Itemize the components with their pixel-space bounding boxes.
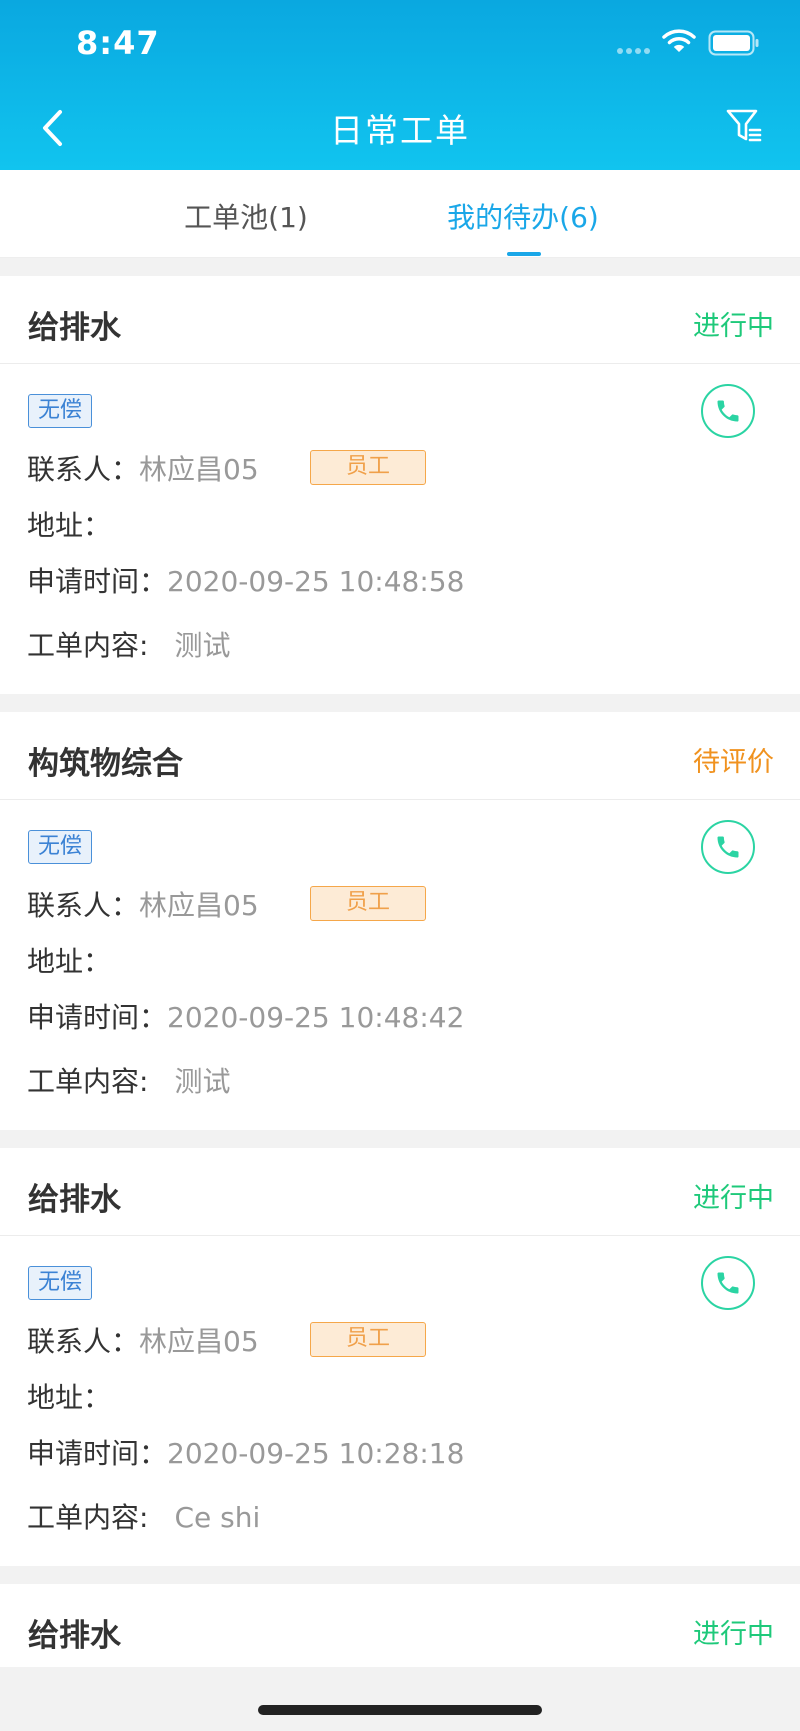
apply-time-row: 申请时间：2020-09-25 10:48:58: [27, 560, 464, 600]
role-tag: 员工: [310, 450, 426, 485]
work-order-card[interactable]: 给排水 进行中 无偿 联系人：林应昌05 员工 地址： 申请时间：2020-09…: [0, 276, 800, 694]
content-row: 工单内容: Ce shi: [27, 1496, 260, 1536]
contact-row: 联系人：林应昌05: [27, 1320, 259, 1360]
content-label: 工单内容:: [27, 629, 149, 662]
card-header: 给排水 进行中: [0, 1584, 800, 1672]
free-tag: 无偿: [28, 1266, 92, 1300]
order-title: 给排水: [28, 310, 121, 346]
tab-order-pool[interactable]: 工单池(1): [184, 196, 308, 236]
address-row: 地址：: [27, 504, 111, 544]
content-value: Ce shi: [174, 1501, 261, 1534]
apply-time-value: 2020-09-25 10:48:42: [167, 1001, 465, 1034]
address-row: 地址：: [27, 1376, 111, 1416]
order-status: 进行中: [693, 311, 774, 342]
battery-icon: [708, 30, 759, 56]
content-row: 工单内容: 测试: [27, 624, 230, 664]
address-label: 地址：: [27, 945, 112, 978]
contact-name: 林应昌05: [139, 889, 259, 922]
signal-icon: [617, 48, 653, 54]
phone-icon: [717, 1272, 739, 1294]
role-tag: 员工: [310, 886, 426, 921]
contact-label: 联系人：: [27, 889, 140, 922]
free-tag: 无偿: [28, 394, 92, 428]
card-header: 给排水 进行中: [0, 1148, 800, 1236]
contact-row: 联系人：林应昌05: [27, 884, 259, 924]
tab-bar: 工单池(1) 我的待办(6): [0, 170, 800, 258]
phone-icon: [717, 836, 739, 858]
free-tag: 无偿: [28, 830, 92, 864]
page-title: 日常工单: [330, 111, 470, 150]
order-title: 给排水: [28, 1182, 121, 1218]
order-status: 进行中: [693, 1619, 774, 1650]
filter-button[interactable]: [722, 106, 766, 146]
order-title: 构筑物综合: [28, 746, 183, 782]
filter-icon: [726, 109, 762, 142]
apply-time-value: 2020-09-25 10:48:58: [167, 565, 465, 598]
tab-my-todo[interactable]: 我的待办(6): [447, 196, 599, 236]
call-button[interactable]: [701, 820, 755, 874]
order-status: 进行中: [693, 1183, 774, 1214]
contact-label: 联系人：: [27, 453, 140, 486]
apply-time-label: 申请时间：: [27, 1001, 168, 1034]
card-header: 构筑物综合 待评价: [0, 712, 800, 800]
phone-icon: [717, 400, 739, 422]
status-time: 8:47: [76, 24, 160, 62]
work-order-card[interactable]: 构筑物综合 待评价 无偿 联系人：林应昌05 员工 地址： 申请时间：2020-…: [0, 712, 800, 1130]
content-value: 测试: [174, 1065, 231, 1098]
address-label: 地址：: [27, 1381, 112, 1414]
card-body: 无偿 联系人：林应昌05 员工 地址： 申请时间：2020-09-25 10:4…: [0, 800, 800, 1130]
content-value: 测试: [174, 629, 231, 662]
content-label: 工单内容:: [27, 1501, 149, 1534]
call-button[interactable]: [701, 384, 755, 438]
card-body: 无偿 联系人：林应昌05 员工 地址： 申请时间：2020-09-25 10:2…: [0, 1236, 800, 1566]
work-order-card[interactable]: 给排水 进行中: [0, 1584, 800, 1667]
apply-time-row: 申请时间：2020-09-25 10:28:18: [27, 1432, 464, 1472]
contact-name: 林应昌05: [139, 453, 259, 486]
active-tab-indicator: [507, 252, 541, 256]
address-row: 地址：: [27, 940, 111, 980]
contact-name: 林应昌05: [139, 1325, 259, 1358]
address-label: 地址：: [27, 509, 112, 542]
content-label: 工单内容:: [27, 1065, 149, 1098]
role-tag: 员工: [310, 1322, 426, 1357]
apply-time-label: 申请时间：: [27, 565, 168, 598]
call-button[interactable]: [701, 1256, 755, 1310]
contact-label: 联系人：: [27, 1325, 140, 1358]
card-body: 无偿 联系人：林应昌05 员工 地址： 申请时间：2020-09-25 10:4…: [0, 364, 800, 694]
order-title: 给排水: [28, 1618, 121, 1654]
content-row: 工单内容: 测试: [27, 1060, 230, 1100]
apply-time-label: 申请时间：: [27, 1437, 168, 1470]
app-header: 8:47 日常工单: [0, 0, 800, 170]
work-order-card[interactable]: 给排水 进行中 无偿 联系人：林应昌05 员工 地址： 申请时间：2020-09…: [0, 1148, 800, 1566]
apply-time-value: 2020-09-25 10:28:18: [167, 1437, 465, 1470]
home-indicator: [258, 1705, 542, 1715]
order-status: 待评价: [693, 747, 774, 778]
wifi-icon: [662, 29, 696, 52]
contact-row: 联系人：林应昌05: [27, 448, 259, 488]
card-header: 给排水 进行中: [0, 276, 800, 364]
apply-time-row: 申请时间：2020-09-25 10:48:42: [27, 996, 464, 1036]
